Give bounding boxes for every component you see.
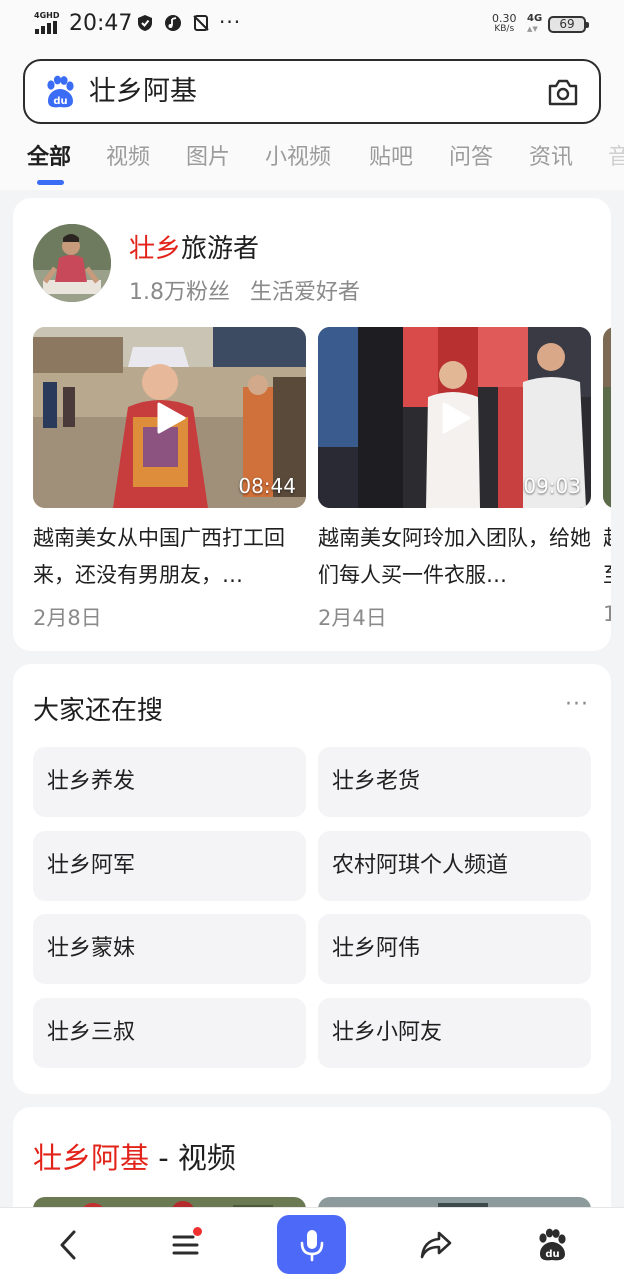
battery-indicator: 69: [548, 16, 589, 33]
related-search-chip[interactable]: 壮乡养发: [33, 747, 306, 817]
video-title[interactable]: 越至: [603, 520, 611, 594]
tab-news[interactable]: 资讯: [529, 139, 573, 171]
follower-count: 1.8万粉丝: [129, 280, 230, 305]
related-search-chip[interactable]: 壮乡三叔: [33, 998, 306, 1068]
video-duration: 08:44: [238, 474, 296, 498]
video-thumbnail[interactable]: 08:44: [33, 327, 306, 508]
share-icon: [420, 1231, 452, 1258]
active-tab-indicator: [37, 180, 64, 185]
video-carousel[interactable]: 08:44 越南美女从中国广西打工回来，还没有男朋友，… 2月8日 09:03 …: [33, 327, 611, 627]
more-options-icon[interactable]: ···: [565, 692, 589, 717]
video-title[interactable]: 越南美女阿玲加入团队，给她们每人买一件衣服…: [318, 520, 591, 594]
related-searches-card: 大家还在搜 ··· 壮乡养发 壮乡老货 壮乡阿军 农村阿琪个人频道 壮乡蒙妹 壮…: [13, 664, 611, 1094]
play-icon: [442, 402, 471, 434]
video-title[interactable]: 越南美女从中国广西打工回来，还没有男朋友，…: [33, 520, 306, 594]
signal-bars-icon: [35, 21, 57, 34]
tab-tieba[interactable]: 贴吧: [369, 139, 413, 171]
back-icon: [60, 1230, 76, 1259]
author-card: 壮乡旅游者 1.8万粉丝 生活爱好者 08:44 越南美女从中国广西打工回来，还…: [13, 198, 611, 651]
related-search-chip[interactable]: 壮乡阿伟: [318, 914, 591, 984]
video-date: 2月4日: [318, 606, 387, 627]
music-icon: [165, 15, 181, 31]
no-sim-icon: [193, 15, 209, 31]
related-search-chip[interactable]: 壮乡蒙妹: [33, 914, 306, 984]
video-card[interactable]: 08:44 越南美女从中国广西打工回来，还没有男朋友，… 2月8日: [33, 327, 306, 627]
baidu-home-icon: du: [539, 1228, 566, 1260]
video-section-title[interactable]: 壮乡阿基 - 视频: [33, 1135, 236, 1177]
avatar[interactable]: [33, 224, 111, 302]
related-search-chip[interactable]: 农村阿琪个人频道: [318, 831, 591, 901]
video-thumbnail[interactable]: 09:03: [318, 327, 591, 508]
voice-search-button[interactable]: [277, 1215, 346, 1274]
tab-music[interactable]: 音: [608, 139, 624, 171]
share-button[interactable]: [406, 1208, 466, 1280]
notification-dot: [193, 1227, 202, 1236]
status-bar: 4GHD 20:47 ··· 0.30 KB/s 4G ▲▼ 69: [0, 0, 624, 50]
author-meta: 1.8万粉丝 生活爱好者: [129, 274, 360, 306]
related-search-chip[interactable]: 壮乡老货: [318, 747, 591, 817]
section-title: 大家还在搜: [33, 696, 164, 726]
search-tabs: 全部 视频 图片 小视频 贴吧 问答 资讯 音: [0, 135, 624, 185]
tab-short-video[interactable]: 小视频: [265, 139, 331, 171]
author-name[interactable]: 壮乡旅游者: [129, 228, 259, 265]
video-thumbnail[interactable]: [603, 327, 611, 508]
bottom-navigation: du: [0, 1207, 624, 1280]
menu-button[interactable]: [157, 1208, 217, 1280]
video-card[interactable]: 09:03 越南美女阿玲加入团队，给她们每人买一件衣服… 2月4日: [318, 327, 591, 627]
back-button[interactable]: [39, 1208, 99, 1280]
video-card[interactable]: 越至 1: [603, 327, 611, 626]
search-box[interactable]: du 壮乡阿基: [23, 59, 601, 124]
tab-images[interactable]: 图片: [186, 139, 230, 171]
baidu-home-button[interactable]: du: [522, 1208, 582, 1280]
search-header: du 壮乡阿基 全部 视频 图片 小视频 贴吧 问答 资讯 音: [0, 50, 624, 190]
tab-all[interactable]: 全部: [27, 139, 71, 171]
video-duration: 09:03: [523, 474, 581, 498]
search-input[interactable]: 壮乡阿基: [89, 75, 197, 109]
mic-icon: [300, 1229, 323, 1261]
related-search-chip[interactable]: 壮乡小阿友: [318, 998, 591, 1068]
video-date: 2月8日: [33, 606, 102, 627]
camera-icon[interactable]: [547, 77, 579, 107]
more-notifications-icon: ···: [219, 10, 242, 34]
video-date: 1: [603, 602, 611, 626]
clock: 20:47: [69, 11, 133, 36]
play-icon: [157, 402, 186, 434]
network-type: 4GHD: [34, 11, 60, 20]
shield-icon: [138, 15, 152, 31]
mobile-data-indicator: 4G ▲▼: [527, 13, 543, 34]
tab-qa[interactable]: 问答: [449, 139, 493, 171]
svg-text:du: du: [545, 1249, 559, 1260]
tab-video[interactable]: 视频: [106, 139, 150, 171]
svg-text:du: du: [53, 96, 67, 107]
related-search-chip[interactable]: 壮乡阿军: [33, 831, 306, 901]
network-speed: 0.30 KB/s: [492, 12, 517, 34]
author-tag: 生活爱好者: [250, 280, 361, 305]
baidu-paw-logo: du: [47, 75, 74, 108]
